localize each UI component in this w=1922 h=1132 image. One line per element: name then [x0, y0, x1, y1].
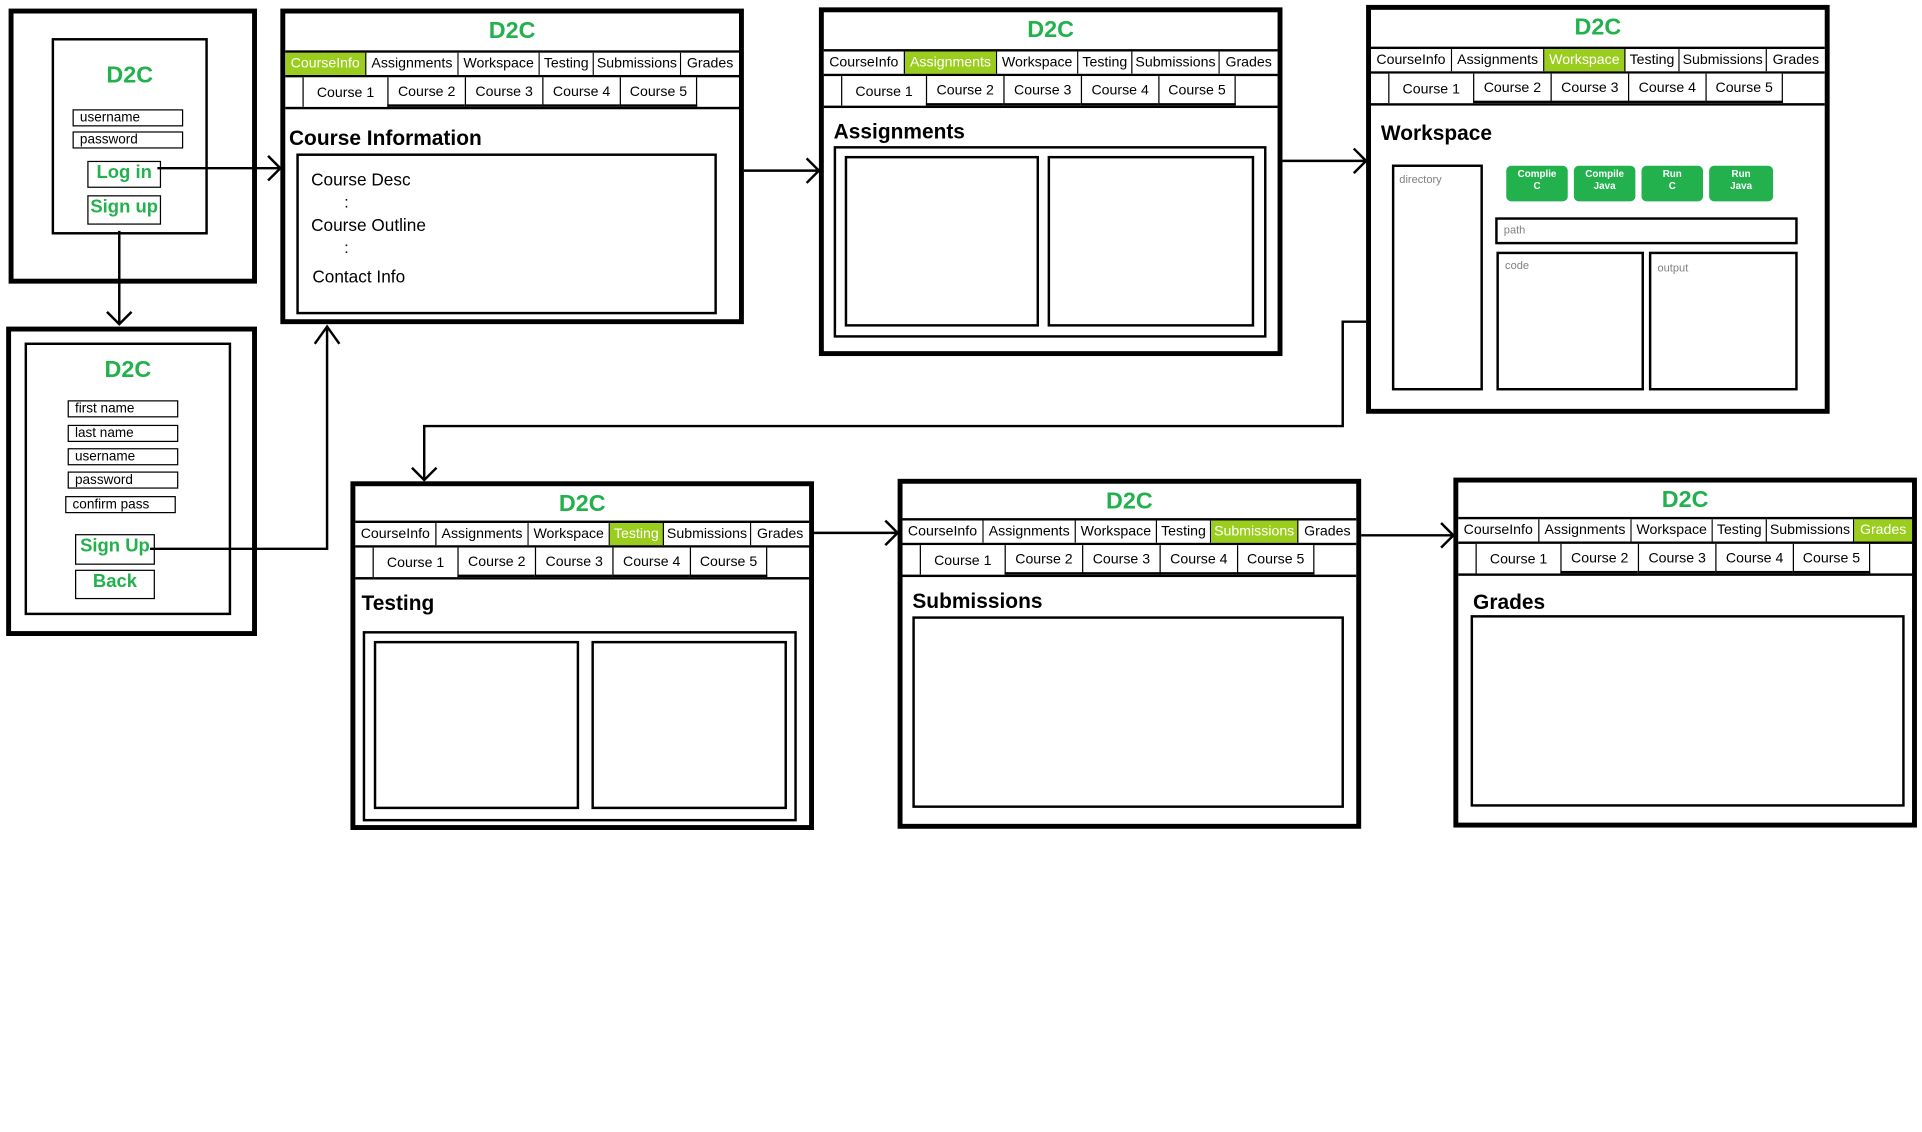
arrow-assignments-to-workspace — [1282, 147, 1368, 174]
arrow-submissions-to-grades — [1361, 522, 1456, 549]
arrow-signup-to-courseinfo — [150, 324, 341, 551]
arrow-login-to-courseinfo — [157, 155, 283, 182]
arrow-testing-to-submissions — [813, 519, 900, 547]
arrow-courseinfo-to-assignments — [743, 157, 821, 184]
arrow-login-to-signup — [106, 230, 133, 326]
flow-arrows — [106, 147, 1456, 551]
arrow-workspace-to-testing — [411, 320, 1367, 482]
